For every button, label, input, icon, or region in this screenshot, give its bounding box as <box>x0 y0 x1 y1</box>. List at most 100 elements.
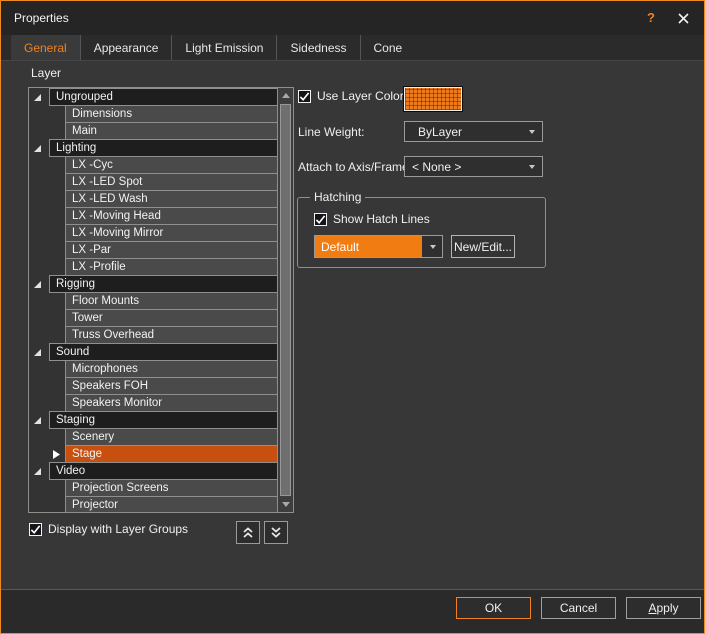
move-layer-up-button[interactable] <box>236 521 260 544</box>
tree-row-lx-led-spot[interactable]: LX -LED Spot <box>29 173 278 191</box>
tree-row-label: Stage <box>72 448 102 460</box>
cancel-button[interactable]: Cancel <box>541 597 616 619</box>
attach-axis-frame-dropdown[interactable]: < None > <box>404 156 543 177</box>
tree-row-tower[interactable]: Tower <box>29 309 278 327</box>
group-expanded-icon[interactable] <box>29 139 49 157</box>
row-gutter <box>29 156 65 174</box>
line-weight-label: Line Weight: <box>298 125 365 139</box>
tab-content-divider <box>1 60 704 61</box>
line-weight-dropdown[interactable]: ByLayer <box>404 121 543 142</box>
tree-scrollbar[interactable] <box>278 88 293 512</box>
layer-color-swatch[interactable] <box>404 87 462 111</box>
row-gutter <box>29 377 65 395</box>
hatch-pattern-value: Default <box>315 236 422 257</box>
tree-row-lx-par[interactable]: LX -Par <box>29 241 278 259</box>
attach-axis-frame-label: Attach to Axis/Frame: <box>298 160 412 174</box>
ok-button[interactable]: OK <box>456 597 531 619</box>
tree-row-lx-cyc[interactable]: LX -Cyc <box>29 156 278 174</box>
group-expanded-icon[interactable] <box>29 462 49 480</box>
scroll-down-icon[interactable] <box>278 497 293 512</box>
tree-row-projection-screens[interactable]: Projection Screens <box>29 479 278 497</box>
row-gutter <box>29 105 65 123</box>
tree-row-dimensions[interactable]: Dimensions <box>29 105 278 123</box>
caret-down-icon <box>430 245 436 249</box>
tree-row-stage[interactable]: Stage <box>29 445 278 463</box>
tab-general[interactable]: General <box>11 35 80 60</box>
tree-row-label: Ungrouped <box>56 91 113 103</box>
scroll-up-icon[interactable] <box>278 88 293 103</box>
tree-row-rigging[interactable]: Rigging <box>29 275 278 293</box>
properties-dialog: Properties ? GeneralAppearanceLight Emis… <box>0 0 705 634</box>
row-gutter <box>29 394 65 412</box>
tree-row-label: Main <box>72 125 97 137</box>
group-expanded-icon[interactable] <box>29 88 49 106</box>
tree-row-label: Video <box>56 465 85 477</box>
help-icon[interactable]: ? <box>643 10 659 26</box>
tree-row-truss-overhead[interactable]: Truss Overhead <box>29 326 278 344</box>
hatching-group-label: Hatching <box>310 190 365 204</box>
double-chevron-up-icon <box>241 526 255 539</box>
tree-row-label: LX -Par <box>72 244 111 256</box>
tree-row-scenery[interactable]: Scenery <box>29 428 278 446</box>
tree-row-speakers-monitor[interactable]: Speakers Monitor <box>29 394 278 412</box>
apply-button[interactable]: Apply <box>626 597 701 619</box>
window-title: Properties <box>14 11 69 25</box>
tree-row-staging[interactable]: Staging <box>29 411 278 429</box>
new-edit-button[interactable]: New/Edit... <box>451 235 515 258</box>
tree-row-label: Truss Overhead <box>72 329 154 341</box>
tree-row-label: Sound <box>56 346 89 358</box>
checkbox-check-icon <box>298 90 311 103</box>
tree-row-lx-led-wash[interactable]: LX -LED Wash <box>29 190 278 208</box>
close-icon[interactable] <box>675 10 691 26</box>
tab-cone[interactable]: Cone <box>360 35 416 60</box>
show-hatch-lines-checkbox[interactable]: Show Hatch Lines <box>314 212 430 226</box>
row-gutter <box>29 496 65 512</box>
tree-row-lx-moving-mirror[interactable]: LX -Moving Mirror <box>29 224 278 242</box>
line-weight-value: ByLayer <box>418 125 462 139</box>
tree-row-speakers-foh[interactable]: Speakers FOH <box>29 377 278 395</box>
tree-row-ungrouped[interactable]: Ungrouped <box>29 88 278 106</box>
tree-row-video[interactable]: Video <box>29 462 278 480</box>
caret-down-icon <box>529 165 535 169</box>
row-gutter <box>29 207 65 225</box>
double-chevron-down-icon <box>269 526 283 539</box>
tree-row-label: Floor Mounts <box>72 295 139 307</box>
checkbox-check-icon <box>314 213 327 226</box>
tree-row-label: LX -Moving Mirror <box>72 227 163 239</box>
group-expanded-icon[interactable] <box>29 411 49 429</box>
tree-row-label: Projection Screens <box>72 482 169 494</box>
tree-row-floor-mounts[interactable]: Floor Mounts <box>29 292 278 310</box>
hatch-pattern-dropdown[interactable]: Default <box>314 235 443 258</box>
display-with-layer-groups-label: Display with Layer Groups <box>48 522 188 536</box>
display-with-layer-groups-checkbox[interactable]: Display with Layer Groups <box>29 522 188 536</box>
tab-sidedness[interactable]: Sidedness <box>276 35 359 60</box>
tree-row-label: Speakers FOH <box>72 380 148 392</box>
tree-row-label: Projector <box>72 499 118 511</box>
tree-row-lighting[interactable]: Lighting <box>29 139 278 157</box>
tree-row-lx-moving-head[interactable]: LX -Moving Head <box>29 207 278 225</box>
tab-bar: GeneralAppearanceLight EmissionSidedness… <box>1 35 704 60</box>
selected-row-pointer-icon <box>29 445 65 463</box>
group-expanded-icon[interactable] <box>29 343 49 361</box>
caret-down-icon <box>529 130 535 134</box>
scrollbar-thumb[interactable] <box>280 104 291 496</box>
tree-row-sound[interactable]: Sound <box>29 343 278 361</box>
tree-row-label: LX -Cyc <box>72 159 113 171</box>
row-gutter <box>29 326 65 344</box>
checkbox-check-icon <box>29 523 42 536</box>
use-layer-color-checkbox[interactable]: Use Layer Color <box>298 89 404 103</box>
tree-row-projector[interactable]: Projector <box>29 496 278 512</box>
show-hatch-lines-label: Show Hatch Lines <box>333 212 430 226</box>
tab-light-emission[interactable]: Light Emission <box>171 35 276 60</box>
layer-tree: Ungrouped Dimensions Main Lighting LX -Cyc LX… <box>28 87 294 513</box>
tree-row-lx-profile[interactable]: LX -Profile <box>29 258 278 276</box>
group-expanded-icon[interactable] <box>29 275 49 293</box>
tree-row-label: Scenery <box>72 431 114 443</box>
move-layer-down-button[interactable] <box>264 521 288 544</box>
tab-appearance[interactable]: Appearance <box>80 35 172 60</box>
tree-row-label: LX -LED Wash <box>72 193 148 205</box>
tree-row-microphones[interactable]: Microphones <box>29 360 278 378</box>
row-gutter <box>29 360 65 378</box>
tree-row-main[interactable]: Main <box>29 122 278 140</box>
tree-row-label: Lighting <box>56 142 96 154</box>
